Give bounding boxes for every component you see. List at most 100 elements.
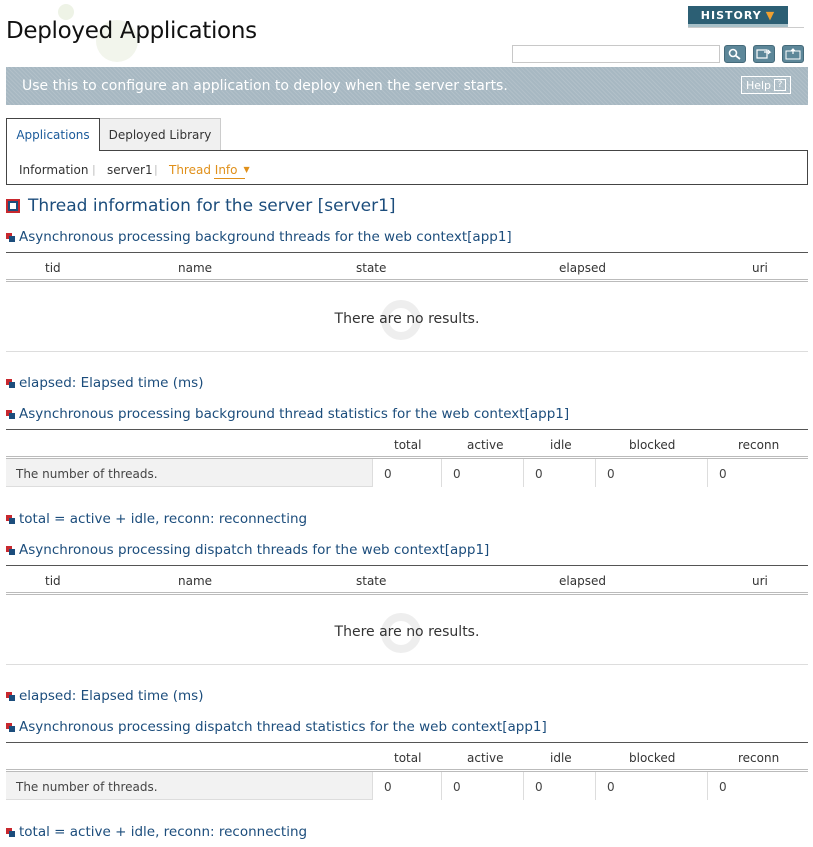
table-header: tid name state elapsed uri bbox=[6, 252, 808, 282]
tab-applications[interactable]: Applications bbox=[6, 118, 100, 151]
bullet-icon bbox=[6, 545, 15, 555]
table-cell: 0 bbox=[535, 467, 543, 481]
table-cell: 0 bbox=[607, 467, 615, 481]
table-header: total active idle blocked reconn bbox=[6, 429, 808, 459]
question-icon: ? bbox=[774, 79, 787, 91]
section-title-text: Asynchronous processing background threa… bbox=[19, 229, 512, 245]
column-header: total bbox=[394, 751, 422, 765]
column-header: name bbox=[178, 261, 213, 275]
help-label: Help bbox=[745, 78, 772, 92]
divider bbox=[6, 664, 808, 665]
table-cell: 0 bbox=[453, 467, 461, 481]
table-header: tid name state elapsed uri bbox=[6, 565, 808, 595]
help-button[interactable]: Help ? bbox=[741, 76, 791, 94]
column-header: uri bbox=[752, 574, 768, 588]
column-header: active bbox=[467, 751, 504, 765]
divider bbox=[441, 459, 442, 487]
separator: | bbox=[154, 163, 158, 176]
column-header: total bbox=[394, 438, 422, 452]
separator: | bbox=[92, 163, 96, 176]
tab-deployed-library[interactable]: Deployed Library bbox=[100, 118, 221, 150]
section-note: total = active + idle, reconn: reconnect… bbox=[6, 824, 307, 840]
table-cell: 0 bbox=[453, 780, 461, 794]
page-title: Deployed Applications bbox=[6, 18, 257, 44]
divider bbox=[707, 772, 708, 800]
section-note-text: total = active + idle, reconn: reconnect… bbox=[19, 824, 308, 840]
table-cell: 0 bbox=[719, 780, 727, 794]
divider bbox=[441, 772, 442, 800]
main-title: Thread information for the server [serve… bbox=[6, 196, 396, 216]
divider bbox=[372, 772, 373, 800]
divider bbox=[372, 459, 373, 487]
section-title-text: Asynchronous processing dispatch threads… bbox=[19, 542, 490, 558]
bullet-icon bbox=[6, 691, 15, 701]
refresh-icon[interactable] bbox=[753, 45, 775, 63]
column-header: idle bbox=[550, 438, 572, 452]
column-header: uri bbox=[752, 261, 768, 275]
no-results-text: There are no results. bbox=[334, 624, 480, 640]
subnav-server[interactable]: server1 bbox=[107, 163, 153, 177]
thread-info-label: Thread Info bbox=[169, 163, 238, 177]
table-cell: 0 bbox=[384, 467, 392, 481]
column-header: tid bbox=[45, 574, 61, 588]
section-title-text: Asynchronous processing background threa… bbox=[19, 406, 570, 422]
divider bbox=[6, 351, 808, 352]
bullet-icon bbox=[6, 199, 20, 213]
section-note-text: elapsed: Elapsed time (ms) bbox=[19, 375, 204, 391]
bullet-icon bbox=[6, 232, 15, 242]
column-header: elapsed bbox=[559, 574, 606, 588]
section-title-text: Asynchronous processing dispatch thread … bbox=[19, 719, 547, 735]
section-note-text: elapsed: Elapsed time (ms) bbox=[19, 688, 204, 704]
history-label: HISTORY bbox=[700, 8, 762, 22]
column-header: state bbox=[356, 261, 387, 275]
table-cell: 0 bbox=[719, 467, 727, 481]
bullet-icon bbox=[6, 378, 15, 388]
history-button[interactable]: HISTORY ▼ bbox=[688, 6, 788, 27]
cell-background bbox=[372, 459, 808, 487]
subnav-thread-info[interactable]: Thread Info ▼ bbox=[169, 163, 250, 177]
table-row: The number of threads. 0 0 0 0 0 bbox=[6, 459, 808, 487]
divider bbox=[595, 459, 596, 487]
bullet-icon bbox=[6, 409, 15, 419]
section-note-text: total = active + idle, reconn: reconnect… bbox=[19, 511, 308, 527]
table-cell: 0 bbox=[384, 780, 392, 794]
section-title: Asynchronous processing dispatch thread … bbox=[6, 719, 547, 735]
banner-text: Use this to configure an application to … bbox=[22, 78, 508, 94]
bullet-icon bbox=[6, 722, 15, 732]
column-header: state bbox=[356, 574, 387, 588]
column-header: active bbox=[467, 438, 504, 452]
search-input[interactable] bbox=[512, 45, 720, 63]
column-header: reconn bbox=[738, 438, 780, 452]
divider bbox=[523, 772, 524, 800]
cell-background bbox=[372, 772, 808, 800]
row-label: The number of threads. bbox=[16, 780, 158, 794]
divider bbox=[523, 459, 524, 487]
table-row: The number of threads. 0 0 0 0 0 bbox=[6, 772, 808, 800]
search-icon[interactable] bbox=[724, 45, 746, 63]
section-note: elapsed: Elapsed time (ms) bbox=[6, 375, 203, 391]
table-cell: 0 bbox=[535, 780, 543, 794]
chevron-down-icon: ▼ bbox=[765, 8, 776, 22]
column-header: tid bbox=[45, 261, 61, 275]
column-header: blocked bbox=[629, 438, 676, 452]
divider bbox=[595, 772, 596, 800]
subnav-information[interactable]: Information bbox=[19, 163, 88, 177]
sub-navigation: Information | server1 | Thread Info ▼ bbox=[6, 150, 808, 185]
bullet-icon bbox=[6, 827, 15, 837]
column-header: elapsed bbox=[559, 261, 606, 275]
column-header: idle bbox=[550, 751, 572, 765]
section-title: Asynchronous processing background threa… bbox=[6, 406, 569, 422]
triangle-down-icon: ▼ bbox=[243, 165, 250, 174]
section-note: elapsed: Elapsed time (ms) bbox=[6, 688, 203, 704]
column-header: blocked bbox=[629, 751, 676, 765]
divider bbox=[707, 459, 708, 487]
bullet-icon bbox=[6, 514, 15, 524]
active-underline bbox=[214, 178, 245, 179]
section-title: Asynchronous processing background threa… bbox=[6, 229, 512, 245]
column-header: reconn bbox=[738, 751, 780, 765]
divider bbox=[688, 27, 804, 28]
section-title: Asynchronous processing dispatch threads… bbox=[6, 542, 489, 558]
main-title-text: Thread information for the server [serve… bbox=[28, 196, 396, 216]
export-xml-icon[interactable] bbox=[782, 45, 804, 63]
description-banner: Use this to configure an application to … bbox=[6, 67, 808, 105]
